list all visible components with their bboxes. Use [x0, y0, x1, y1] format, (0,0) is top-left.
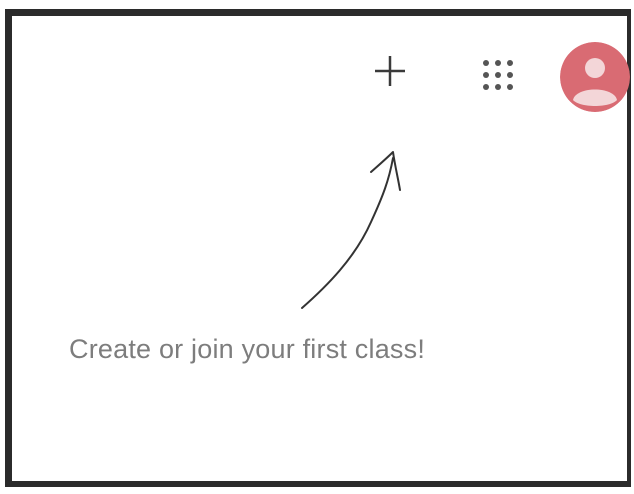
google-apps-button[interactable]	[476, 53, 520, 97]
hand-drawn-arrow-icon	[301, 151, 401, 309]
apps-grid-icon	[483, 60, 513, 90]
app-window: Create or join your first class!	[5, 9, 631, 487]
create-or-join-class-button[interactable]	[368, 49, 412, 93]
account-avatar-icon	[560, 42, 630, 112]
plus-icon	[375, 56, 405, 86]
empty-state-message: Create or join your first class!	[69, 334, 426, 364]
account-avatar[interactable]	[560, 42, 630, 112]
